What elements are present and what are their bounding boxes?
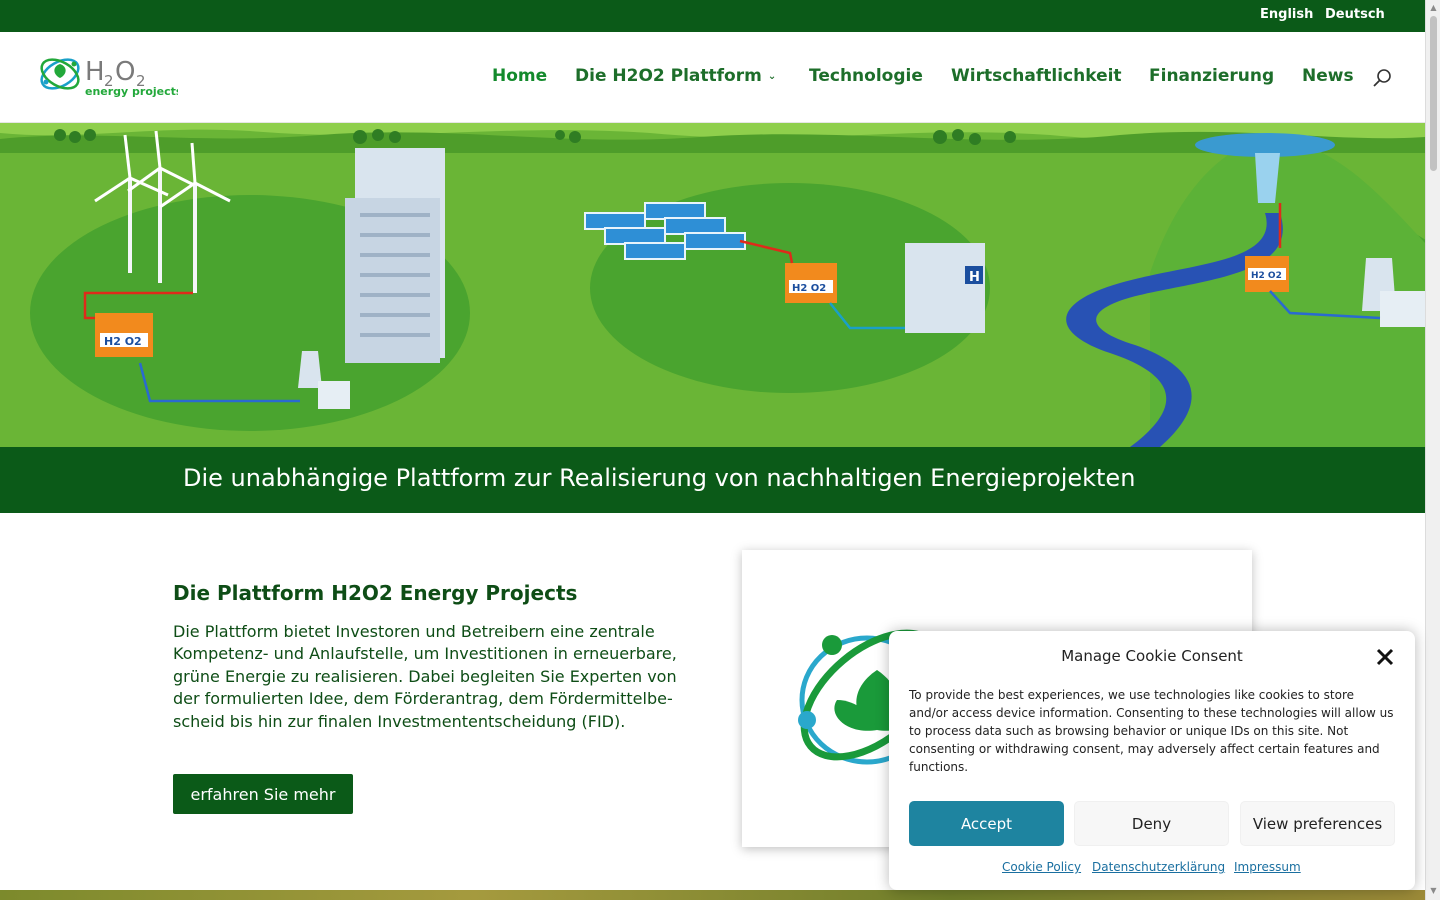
learn-more-button[interactable]: erfahren Sie mehr <box>173 774 353 814</box>
section-body: Die Plattform bietet Investoren und Betr… <box>173 622 677 731</box>
energy-landscape-illustration: H2 O2 H2 O2 H2 O2 H <box>0 123 1425 447</box>
nav-technologie[interactable]: Technologie <box>809 66 923 86</box>
site-logo[interactable]: H 2 O 2 energy projects <box>38 50 178 102</box>
section-title: Die Plattform H2O2 Energy Projects <box>173 581 578 605</box>
scroll-down-arrow-icon[interactable]: ▼ <box>1429 886 1438 895</box>
cookie-policy-link[interactable]: Cookie Policy <box>1002 860 1081 874</box>
top-bar: English Deutsch <box>0 0 1425 32</box>
nav-news[interactable]: News <box>1302 66 1354 86</box>
hero-label-h2o2-middle: H2 O2 <box>792 283 826 294</box>
chevron-down-icon: ⌄ <box>767 71 777 82</box>
hero-label-h2o2-left: H2 O2 <box>104 335 142 348</box>
cookie-preferences-button[interactable]: View preferences <box>1240 801 1395 846</box>
cookie-dialog-text: To provide the best experiences, we use … <box>909 688 1394 774</box>
hero-banner: Die unabhängige Plattform zur Realisieru… <box>0 447 1425 513</box>
privacy-policy-link[interactable]: Datenschutzerklärung <box>1092 860 1225 874</box>
cookie-consent-dialog: Manage Cookie Consent To provide the bes… <box>889 631 1415 890</box>
svg-text:O: O <box>115 57 135 87</box>
nav-die-h2o2-plattform[interactable]: Die H2O2 Plattform ⌄ <box>575 66 776 86</box>
site-header: H 2 O 2 energy projects Home Die H2O2 Pl… <box>0 32 1425 123</box>
search-icon[interactable] <box>1372 68 1392 88</box>
nav-home[interactable]: Home <box>492 66 547 86</box>
cookie-accept-button[interactable]: Accept <box>909 801 1064 846</box>
imprint-link[interactable]: Impressum <box>1234 860 1301 874</box>
close-icon[interactable] <box>1375 647 1395 667</box>
scroll-up-arrow-icon[interactable]: ▲ <box>1429 3 1438 12</box>
nav-plattform-label: Die H2O2 Plattform <box>575 66 762 86</box>
nav-finanzierung[interactable]: Finanzierung <box>1149 66 1274 86</box>
language-english-link[interactable]: English <box>1260 7 1313 22</box>
next-section-image <box>0 890 1425 900</box>
svg-text:H: H <box>85 57 105 87</box>
scrollbar-thumb[interactable] <box>1430 16 1437 171</box>
svg-text:energy projects: energy projects <box>85 85 178 98</box>
hero-label-h: H <box>969 270 980 285</box>
cookie-dialog-title: Manage Cookie Consent <box>1061 647 1243 665</box>
hero-illustration: H2 O2 H2 O2 H2 O2 H <box>0 123 1425 447</box>
hero-tagline: Die unabhängige Plattform zur Realisieru… <box>183 464 1136 492</box>
hero-label-h2o2-right: H2 O2 <box>1251 271 1282 281</box>
nav-wirtschaftlichkeit[interactable]: Wirtschaftlichkeit <box>951 66 1122 86</box>
page-scrollbar[interactable]: ▲ ▼ <box>1425 0 1440 900</box>
cookie-deny-button[interactable]: Deny <box>1074 801 1229 846</box>
language-deutsch-link[interactable]: Deutsch <box>1325 7 1385 22</box>
